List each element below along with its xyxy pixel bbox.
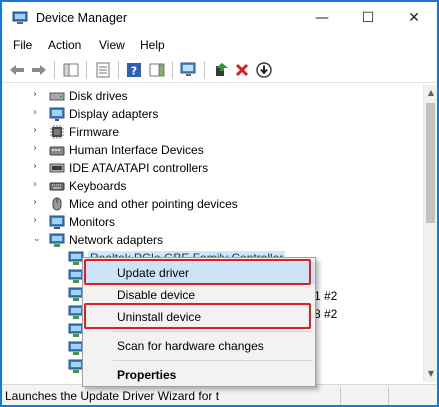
uninstall-device-icon[interactable] — [232, 60, 252, 80]
keyboard-icon — [49, 182, 65, 191]
context-scan-hardware[interactable]: Scan for hardware changes — [83, 335, 315, 357]
partial-device-suffix: 1 #2 — [314, 289, 338, 303]
back-arrow-icon[interactable] — [7, 60, 27, 80]
title-bar: Device Manager — ☐ ✕ — [2, 2, 437, 34]
annotation-box-update-driver — [84, 259, 311, 285]
menu-help[interactable]: Help — [140, 38, 165, 52]
context-item-label: Scan for hardware changes — [117, 339, 264, 353]
maximize-button[interactable]: ☐ — [345, 2, 391, 34]
menu-file[interactable]: File — [13, 38, 32, 52]
help-icon[interactable]: ? — [124, 60, 144, 80]
display-adapter-icon — [49, 107, 65, 121]
status-text: Launches the Update Driver Wizard for t — [5, 389, 220, 403]
mouse-icon — [52, 197, 62, 211]
forward-arrow-icon[interactable] — [29, 60, 49, 80]
menu-bar: File Action View Help — [2, 34, 437, 56]
chevron-right-icon[interactable]: › — [33, 161, 43, 175]
tree-item-monitors[interactable]: › Monitors — [2, 213, 423, 231]
download-driver-icon[interactable] — [254, 60, 274, 80]
properties-icon[interactable] — [93, 60, 113, 80]
tree-item-network-adapters[interactable]: ⌄ Network adapters — [2, 231, 423, 249]
ide-controller-icon — [49, 163, 65, 173]
device-manager-window: Device Manager — ☐ ✕ File Action View He… — [0, 0, 439, 407]
chevron-right-icon[interactable]: › — [33, 197, 43, 211]
context-item-label: Disable device — [117, 288, 196, 302]
tree-item-disk-drives[interactable]: › Disk drives — [2, 87, 423, 105]
network-adapter-icon — [49, 233, 65, 247]
vertical-scrollbar[interactable]: ▲ ▼ — [423, 85, 437, 382]
tree-item-label: Firmware — [69, 125, 119, 139]
context-item-label: Properties — [117, 368, 177, 382]
window-title: Device Manager — [36, 11, 128, 25]
tree-item-label: Mice and other pointing devices — [69, 197, 238, 211]
tree-item-label: Display adapters — [69, 107, 159, 121]
tree-item-mice[interactable]: › Mice and other pointing devices — [2, 195, 423, 213]
tree-item-display-adapters[interactable]: › Display adapters — [2, 105, 423, 123]
annotation-box-uninstall-device — [84, 303, 311, 329]
partial-device-suffix: 8 #2 — [314, 307, 338, 321]
firmware-icon — [50, 125, 64, 139]
chevron-right-icon[interactable]: › — [33, 143, 43, 157]
action-pane-icon[interactable] — [147, 60, 167, 80]
chevron-right-icon[interactable]: › — [33, 125, 43, 139]
tree-item-firmware[interactable]: › Firmware — [2, 123, 423, 141]
tree-item-human-interface-devices[interactable]: › Human Interface Devices — [2, 141, 423, 159]
tree-item-keyboards[interactable]: › Keyboards — [2, 177, 423, 195]
tree-item-label: Disk drives — [69, 89, 128, 103]
menu-action[interactable]: Action — [48, 38, 81, 52]
chevron-right-icon[interactable]: › — [33, 107, 43, 121]
chevron-right-icon[interactable]: › — [33, 215, 43, 229]
scroll-down-icon[interactable]: ▼ — [424, 367, 437, 381]
disk-drive-icon — [49, 92, 65, 101]
minimize-button[interactable]: — — [299, 2, 345, 34]
tree-item-label: Keyboards — [69, 179, 127, 193]
update-driver-icon[interactable] — [211, 60, 231, 80]
chevron-right-icon[interactable]: › — [33, 179, 43, 193]
tree-item-label: IDE ATA/ATAPI controllers — [69, 161, 209, 175]
tree-item-label: Monitors — [69, 215, 116, 229]
menu-view[interactable]: View — [99, 38, 125, 52]
device-manager-icon — [12, 11, 28, 24]
chevron-right-icon[interactable]: › — [33, 89, 43, 103]
hid-icon — [49, 146, 65, 156]
context-properties[interactable]: Properties — [83, 364, 315, 386]
status-bar: Launches the Update Driver Wizard for t — [2, 384, 437, 405]
scroll-up-icon[interactable]: ▲ — [424, 86, 437, 100]
tree-item-ide-controllers[interactable]: › IDE ATA/ATAPI controllers — [2, 159, 423, 177]
monitor-icon — [49, 215, 65, 229]
tree-item-label: Network adapters — [69, 233, 164, 247]
show-hide-console-tree-icon[interactable] — [61, 60, 81, 80]
scroll-thumb[interactable] — [426, 103, 435, 223]
tree-item-label: Human Interface Devices — [69, 143, 204, 157]
svg-text:?: ? — [131, 65, 137, 78]
toolbar: ? — [2, 57, 437, 83]
scan-hardware-icon[interactable] — [179, 60, 199, 80]
close-button[interactable]: ✕ — [391, 2, 437, 34]
chevron-down-icon[interactable]: ⌄ — [33, 234, 43, 248]
